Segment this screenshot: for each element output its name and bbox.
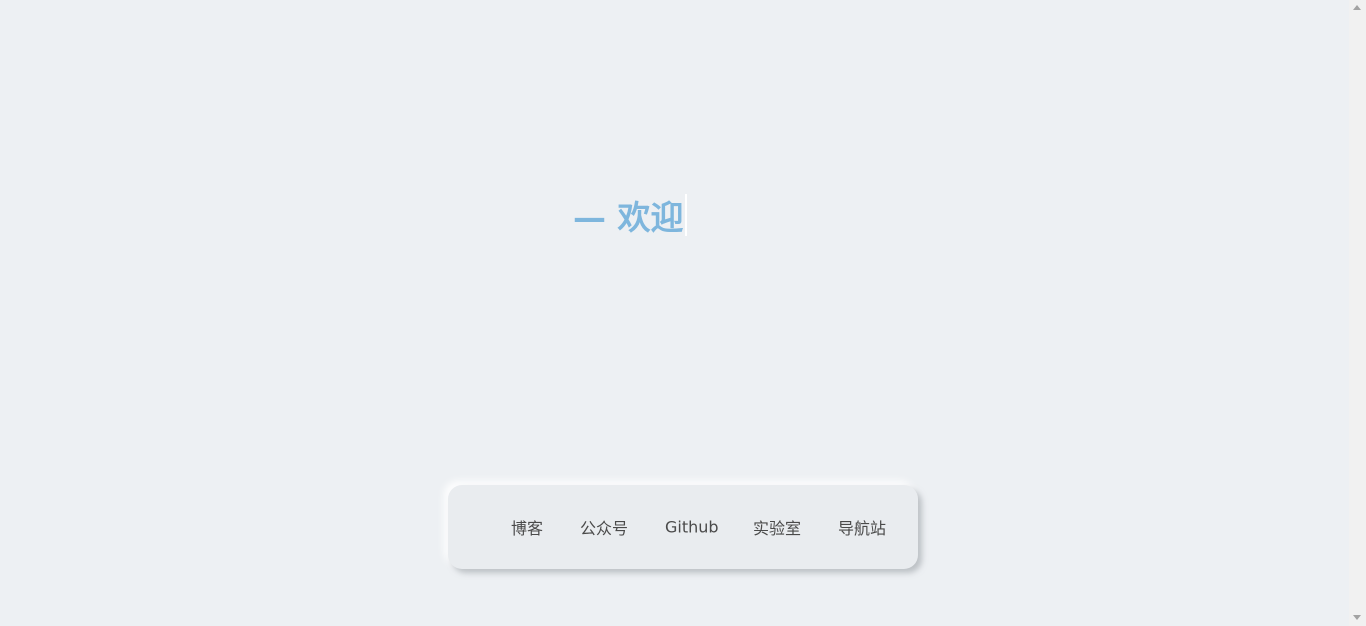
vertical-scrollbar[interactable] xyxy=(1349,0,1366,626)
nav-link-wechat[interactable]: 公众号 xyxy=(580,515,628,539)
scroll-up-arrow-icon[interactable] xyxy=(1353,5,1361,10)
typing-cursor xyxy=(684,194,687,236)
page-viewport: — 欢迎 博客 公众号 Github 实验室 导航站 xyxy=(0,0,1349,626)
nav-link-lab[interactable]: 实验室 xyxy=(753,515,801,539)
nav-link-github[interactable]: Github xyxy=(665,518,719,537)
nav-link-navigation[interactable]: 导航站 xyxy=(838,515,886,539)
welcome-heading: — 欢迎 xyxy=(573,194,687,237)
welcome-text: — 欢迎 xyxy=(573,198,684,237)
nav-card: 博客 公众号 Github 实验室 导航站 xyxy=(448,485,918,569)
nav-link-blog[interactable]: 博客 xyxy=(511,515,543,539)
scroll-down-arrow-icon[interactable] xyxy=(1353,615,1361,620)
